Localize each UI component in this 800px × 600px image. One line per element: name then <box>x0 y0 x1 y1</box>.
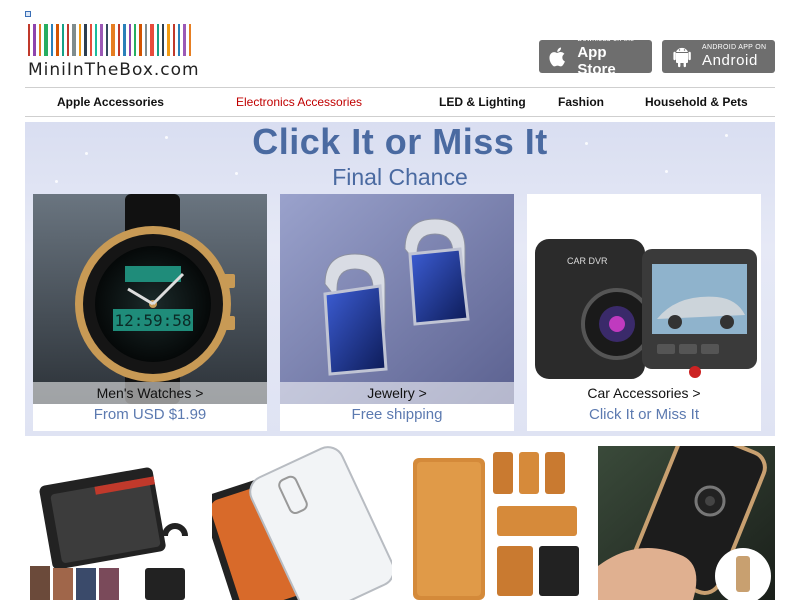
barcode-stripe <box>129 24 131 56</box>
site-logo[interactable]: MiniInTheBox.com <box>28 24 218 84</box>
clear-phone-case-image <box>212 446 392 600</box>
category-nav: Apple Accessories Electronics Accessorie… <box>25 87 775 117</box>
barcode-stripe <box>167 24 170 56</box>
barcode-stripe <box>189 24 191 56</box>
barcode-stripe <box>95 24 97 56</box>
barcode-stripe <box>44 24 48 56</box>
promo-card-car-accessories[interactable]: CAR DVR Car Accessories > Click It or Mi <box>527 194 761 431</box>
android-small-text: ANDROID APP ON <box>702 44 767 51</box>
android-icon <box>673 47 691 67</box>
barcode-stripe <box>118 24 120 56</box>
app-store-small-text: Download on the <box>577 35 635 43</box>
barcode-stripe <box>162 24 164 56</box>
logo-text: MiniInTheBox.com <box>28 60 200 80</box>
promo-banner[interactable]: Click It or Miss It Final Chance 12:59:5… <box>25 122 775 436</box>
barcode-stripe <box>62 24 64 56</box>
svg-text:12:59:58: 12:59:58 <box>114 311 191 330</box>
promo-card-jewelry[interactable]: Jewelry > Free shipping <box>280 194 514 431</box>
nav-item-led-lighting[interactable]: LED & Lighting <box>439 95 526 109</box>
barcode-stripe <box>56 24 59 56</box>
barcode-stripe <box>100 24 103 56</box>
promo-caption-watches: From USD $1.99 <box>93 406 207 423</box>
android-big-text: Android <box>702 52 758 69</box>
apple-icon <box>549 47 565 66</box>
barcode-stripe <box>157 24 159 56</box>
barcode-stripe <box>111 24 115 56</box>
promo-label-jewelry[interactable]: Jewelry > <box>280 382 514 404</box>
banner-subtitle: Final Chance <box>332 164 468 190</box>
barcode-stripe <box>178 24 180 56</box>
kickstand-phone-case-image <box>598 446 775 600</box>
dash-cam-image: CAR DVR <box>527 194 761 404</box>
barcode-stripe <box>79 24 81 56</box>
barcode-stripe <box>90 24 92 56</box>
promo-label-watches[interactable]: Men's Watches > <box>33 382 267 404</box>
barcode-stripe <box>139 24 142 56</box>
promo-caption-jewelry: Free shipping <box>351 406 443 423</box>
barcode-stripe <box>150 24 154 56</box>
product-tile-clear-case[interactable] <box>212 446 392 600</box>
watch-image: 12:59:58 <box>33 194 267 404</box>
nav-item-fashion[interactable]: Fashion <box>558 95 604 109</box>
barcode-stripe <box>173 24 175 56</box>
earrings-image <box>280 194 514 404</box>
barcode-stripe <box>123 24 126 56</box>
app-store-big-text: App Store <box>577 43 616 78</box>
nav-item-electronics-accessories[interactable]: Electronics Accessories <box>236 95 362 109</box>
product-tile-leather-flip-case[interactable] <box>25 446 200 600</box>
barcode-logo-graphic <box>28 24 218 56</box>
barcode-stripe <box>28 24 30 56</box>
barcode-stripe <box>183 24 186 56</box>
product-tile-wallet-case[interactable] <box>405 446 585 600</box>
barcode-stripe <box>106 24 108 56</box>
nav-item-household-pets[interactable]: Household & Pets <box>645 95 748 109</box>
page: MiniInTheBox.com Download on the App Sto… <box>0 0 800 600</box>
app-store-badge[interactable]: Download on the App Store <box>539 36 652 78</box>
barcode-stripe <box>51 24 53 56</box>
banner-title: Click It or Miss It <box>252 122 548 162</box>
wallet-phone-case-image <box>405 446 585 600</box>
barcode-stripe <box>134 24 136 56</box>
barcode-stripe <box>39 24 41 56</box>
barcode-stripe <box>84 24 87 56</box>
barcode-stripe <box>67 24 69 56</box>
barcode-stripe <box>145 24 147 56</box>
broken-image-icon <box>25 11 31 17</box>
promo-label-car-accessories[interactable]: Car Accessories > <box>527 382 761 404</box>
barcode-stripe <box>33 24 36 56</box>
svg-text:CAR DVR: CAR DVR <box>567 256 608 266</box>
barcode-stripe <box>72 24 76 56</box>
product-tile-kickstand-case[interactable] <box>598 446 775 600</box>
promo-caption-car-accessories: Click It or Miss It <box>588 406 699 423</box>
android-badge[interactable]: ANDROID APP ON Android <box>662 40 775 73</box>
nav-item-apple-accessories[interactable]: Apple Accessories <box>57 95 164 109</box>
leather-flip-case-image <box>25 446 200 600</box>
promo-card-watches[interactable]: 12:59:58 Men's Watches > From USD $1.99 <box>33 194 267 431</box>
